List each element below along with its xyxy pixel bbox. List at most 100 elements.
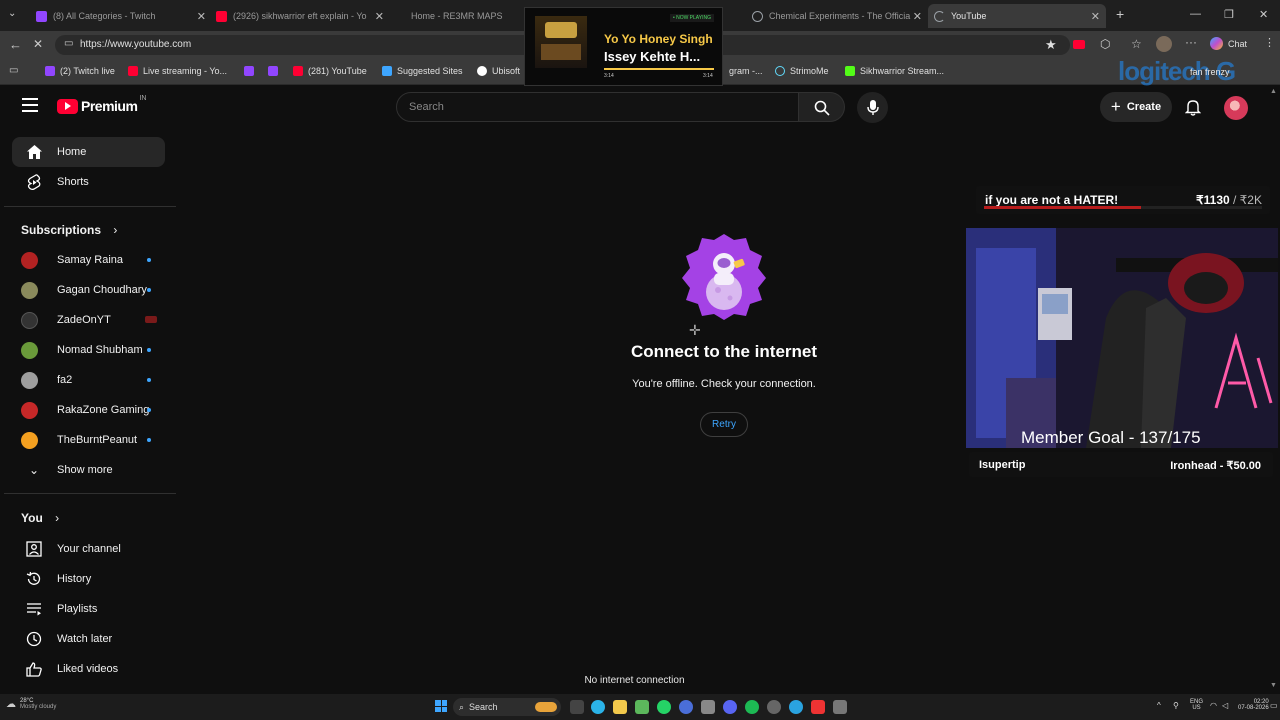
show-more-label: Show more [57, 464, 113, 476]
sidebar-item-home[interactable]: Home [12, 137, 165, 167]
bookmark-item[interactable] [268, 66, 283, 76]
spotify-app-icon[interactable] [745, 700, 759, 714]
create-button[interactable]: + Create [1100, 92, 1172, 122]
app-icon[interactable] [833, 700, 847, 714]
maximize-icon[interactable]: ❐ [1224, 8, 1234, 21]
subscription-item[interactable]: fa2 [12, 365, 165, 395]
favorites-icon[interactable]: ☆ [1131, 37, 1142, 51]
close-tab-icon[interactable]: ✕ [197, 10, 206, 23]
sidebar-item-playlists[interactable]: Playlists [12, 594, 165, 624]
bookmark-item[interactable]: (281) YouTube [293, 66, 367, 76]
reload-stop-icon[interactable]: ✕ [33, 37, 43, 51]
bookmark-item[interactable]: Suggested Sites [382, 66, 463, 76]
store-app-icon[interactable] [635, 700, 649, 714]
region-code: IN [139, 94, 147, 102]
whatsapp-app-icon[interactable] [657, 700, 671, 714]
site-info-icon[interactable]: ▭ [64, 38, 73, 49]
volume-icon[interactable]: ◁ [1222, 701, 1228, 710]
file-explorer-icon[interactable] [613, 700, 627, 714]
bookmark-item[interactable] [244, 66, 259, 76]
close-window-icon[interactable]: ✕ [1259, 8, 1268, 21]
subscription-item[interactable]: Gagan Choudhary [12, 275, 165, 305]
close-tab-icon[interactable]: ✕ [913, 10, 922, 23]
voice-search-button[interactable] [857, 92, 888, 123]
bookmark-item[interactable]: Ubisoft [477, 66, 520, 76]
chevron-down-icon: ⌄ [28, 463, 40, 477]
scrollbar-up-arrow-icon[interactable]: ▲ [1270, 88, 1277, 95]
task-view-icon[interactable] [570, 700, 584, 714]
tray-icon[interactable]: ⚲ [1173, 701, 1179, 710]
more-menu-icon[interactable]: ··· [1185, 35, 1197, 49]
app-icon[interactable] [701, 700, 715, 714]
youtube-premium-logo[interactable]: Premium IN [57, 94, 147, 114]
account-avatar[interactable] [1224, 96, 1248, 120]
settings-gear-icon[interactable] [767, 700, 781, 714]
back-icon[interactable]: ← [9, 37, 22, 52]
channel-avatar [21, 431, 38, 449]
search-button[interactable] [799, 92, 845, 122]
bookmark-item[interactable]: gram -... [729, 66, 763, 76]
minimize-icon[interactable]: — [1190, 8, 1201, 20]
supertip-overlay: Isupertip Ironhead - ₹50.00 [969, 452, 1273, 477]
browser-tab[interactable]: Home - RE3MR MAPS [394, 4, 519, 28]
collections-icon[interactable]: ▭ [9, 65, 18, 76]
browser-tab[interactable]: Chemical Experiments - The Officia ✕ [752, 4, 924, 28]
close-tab-icon[interactable]: ✕ [1091, 10, 1100, 23]
search-input[interactable]: Search [396, 92, 799, 122]
notification-center-icon[interactable]: ▭ [1270, 701, 1278, 710]
profile-avatar[interactable] [1156, 36, 1172, 52]
tab-list-chevron-icon[interactable]: ⌄ [8, 8, 16, 19]
weather-widget[interactable]: ☁ 28°C Mostly cloudy [6, 698, 56, 710]
subscription-item[interactable]: ZadeOnYT [12, 305, 165, 335]
close-tab-icon[interactable]: ✕ [375, 10, 384, 23]
hamburger-menu-icon[interactable] [22, 98, 38, 112]
now-playing-elapsed: 3:14 [604, 73, 614, 79]
channel-name: Samay Raina [57, 254, 124, 266]
retry-button[interactable]: Retry [700, 412, 748, 437]
extensions-icon[interactable]: ⬡ [1100, 37, 1110, 51]
notifications-bell-icon[interactable] [1185, 99, 1201, 116]
start-button-icon[interactable] [435, 700, 447, 712]
tray-overflow-icon[interactable]: ^ [1157, 701, 1161, 710]
sidebar-toggle-icon[interactable]: ⋮ [1264, 36, 1275, 49]
scrollbar-down-arrow-icon[interactable]: ▼ [1270, 682, 1277, 689]
subscriptions-heading[interactable]: Subscriptions › [21, 223, 117, 237]
bookmark-item[interactable]: Sikhwarrior Stream... [845, 66, 944, 76]
favorite-star-icon[interactable]: ★ [1045, 37, 1057, 53]
sidebar-item-shorts[interactable]: Shorts [12, 167, 165, 197]
create-label: Create [1126, 101, 1162, 113]
subscription-item[interactable]: Samay Raina [12, 245, 165, 275]
new-tab-icon[interactable]: + [1116, 6, 1124, 22]
bookmark-item[interactable]: Live streaming - Yo... [128, 66, 227, 76]
new-content-dot [147, 348, 151, 352]
edge-app-icon[interactable] [591, 700, 605, 714]
browser-tab-active[interactable]: YouTube ✕ [928, 4, 1106, 28]
telegram-app-icon[interactable] [789, 700, 803, 714]
no-connection-toast: No internet connection [584, 675, 685, 686]
clock[interactable]: 02:20 07-08-2026 [1238, 699, 1269, 711]
copilot-chat-button[interactable]: Chat [1210, 37, 1247, 50]
app-icon[interactable] [811, 700, 825, 714]
taskbar-search-label: Search [469, 702, 498, 712]
channel-avatar [21, 311, 38, 329]
subscription-item[interactable]: Nomad Shubham [12, 335, 165, 365]
app-icon[interactable] [679, 700, 693, 714]
bookmark-item[interactable]: (2) Twitch live [45, 66, 115, 76]
sidebar-item-history[interactable]: History [12, 564, 165, 594]
sidebar-item-watch-later[interactable]: Watch later [12, 624, 165, 654]
ubisoft-icon [477, 66, 487, 76]
browser-tab[interactable]: (8) All Categories - Twitch ✕ [36, 4, 208, 28]
discord-app-icon[interactable] [723, 700, 737, 714]
bookmark-item[interactable]: StrimoMe [775, 66, 829, 76]
taskbar-search[interactable]: ⌕ Search [453, 698, 561, 716]
youtube-extension-icon[interactable] [1073, 40, 1085, 49]
subscription-item[interactable]: TheBurntPeanut [12, 425, 165, 455]
sidebar-item-your-channel[interactable]: Your channel [12, 534, 165, 564]
language-indicator[interactable]: ENG US [1190, 699, 1203, 711]
wifi-icon[interactable]: ◠ [1210, 701, 1217, 710]
show-more-button[interactable]: ⌄ Show more [12, 455, 165, 485]
supertip-label: Isupertip [979, 459, 1026, 471]
subscription-item[interactable]: RakaZone Gaming [12, 395, 165, 425]
browser-tab[interactable]: (2926) sikhwarrior eft explain - Yo ✕ [216, 4, 386, 28]
you-heading[interactable]: You › [21, 511, 59, 525]
